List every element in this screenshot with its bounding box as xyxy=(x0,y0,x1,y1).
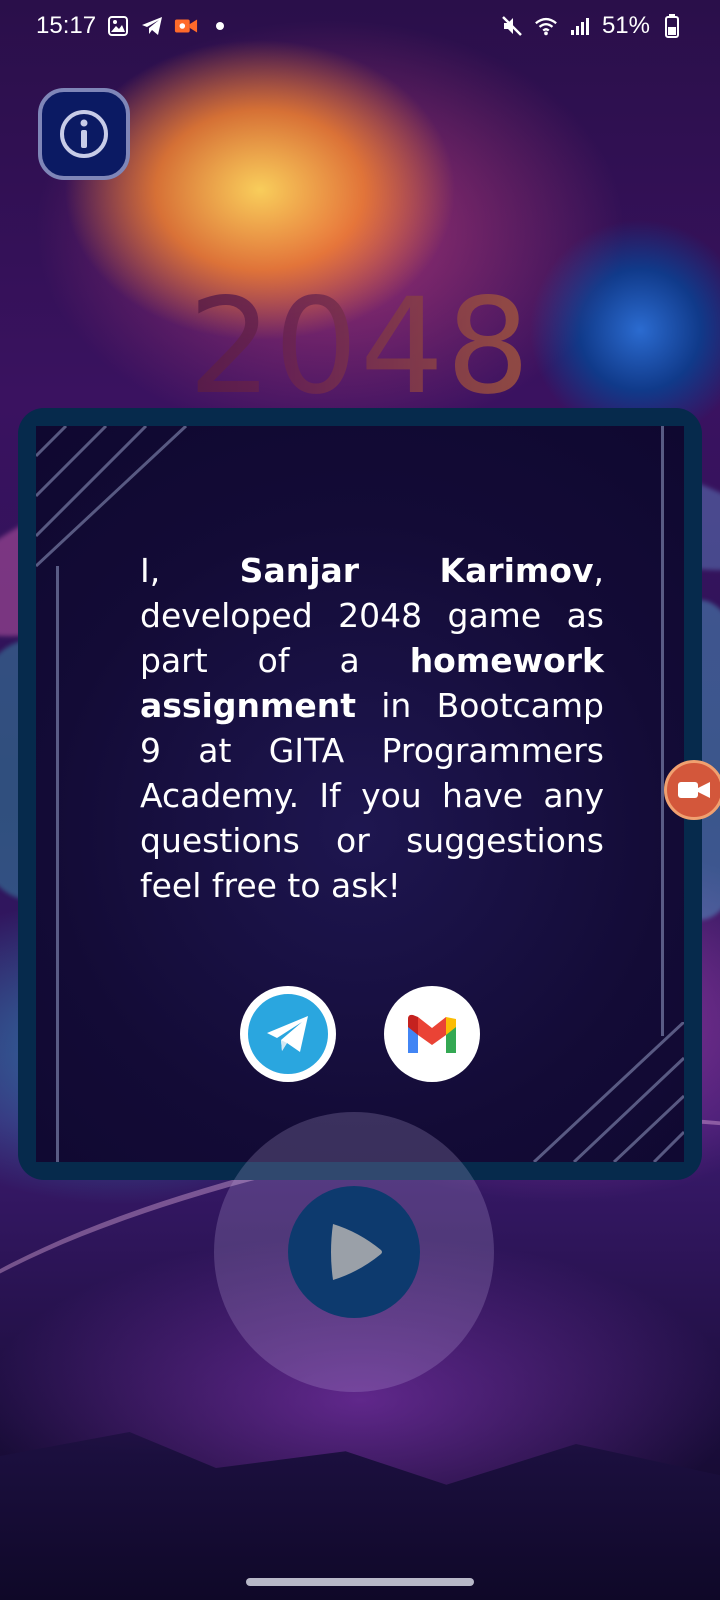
floating-recorder-bubble[interactable] xyxy=(664,760,720,820)
telegram-icon xyxy=(244,990,332,1078)
status-right: 51% xyxy=(500,12,684,40)
wifi-icon xyxy=(534,14,558,38)
status-left: 15:17 xyxy=(36,12,232,40)
about-text: I, Sanjar Karimov, developed 2048 game a… xyxy=(140,548,604,908)
battery-percentage: 51% xyxy=(601,12,650,39)
about-dialog-body: I, Sanjar Karimov, developed 2048 game a… xyxy=(36,426,684,1162)
app-screen: 15:17 51% 2048 I, Sanjar Karimov, develo… xyxy=(0,0,720,1600)
mute-icon xyxy=(500,14,524,38)
landscape-ground xyxy=(0,1432,720,1600)
about-text-segment: I, xyxy=(140,551,240,590)
game-title: 2048 xyxy=(0,270,720,424)
gmail-icon xyxy=(408,1014,456,1053)
status-time: 15:17 xyxy=(36,12,97,39)
info-button[interactable] xyxy=(38,88,130,180)
status-bar: 15:17 51% xyxy=(0,0,720,52)
video-camera-icon xyxy=(678,782,710,798)
telegram-button[interactable] xyxy=(240,986,336,1082)
author-name: Sanjar Karimov xyxy=(239,551,594,590)
dot-icon xyxy=(208,14,232,38)
info-icon xyxy=(60,110,108,158)
gallery-icon xyxy=(106,14,130,38)
play-icon xyxy=(331,1224,382,1280)
gesture-nav-handle[interactable] xyxy=(246,1578,474,1586)
signal-icon xyxy=(568,14,592,38)
battery-icon xyxy=(660,14,684,38)
play-button[interactable] xyxy=(288,1186,420,1318)
screen-record-icon xyxy=(174,14,198,38)
gmail-button[interactable] xyxy=(384,986,480,1082)
telegram-icon xyxy=(140,14,164,38)
contact-buttons xyxy=(36,986,684,1082)
card-side-line-right xyxy=(661,426,664,1036)
about-dialog: I, Sanjar Karimov, developed 2048 game a… xyxy=(18,408,702,1180)
